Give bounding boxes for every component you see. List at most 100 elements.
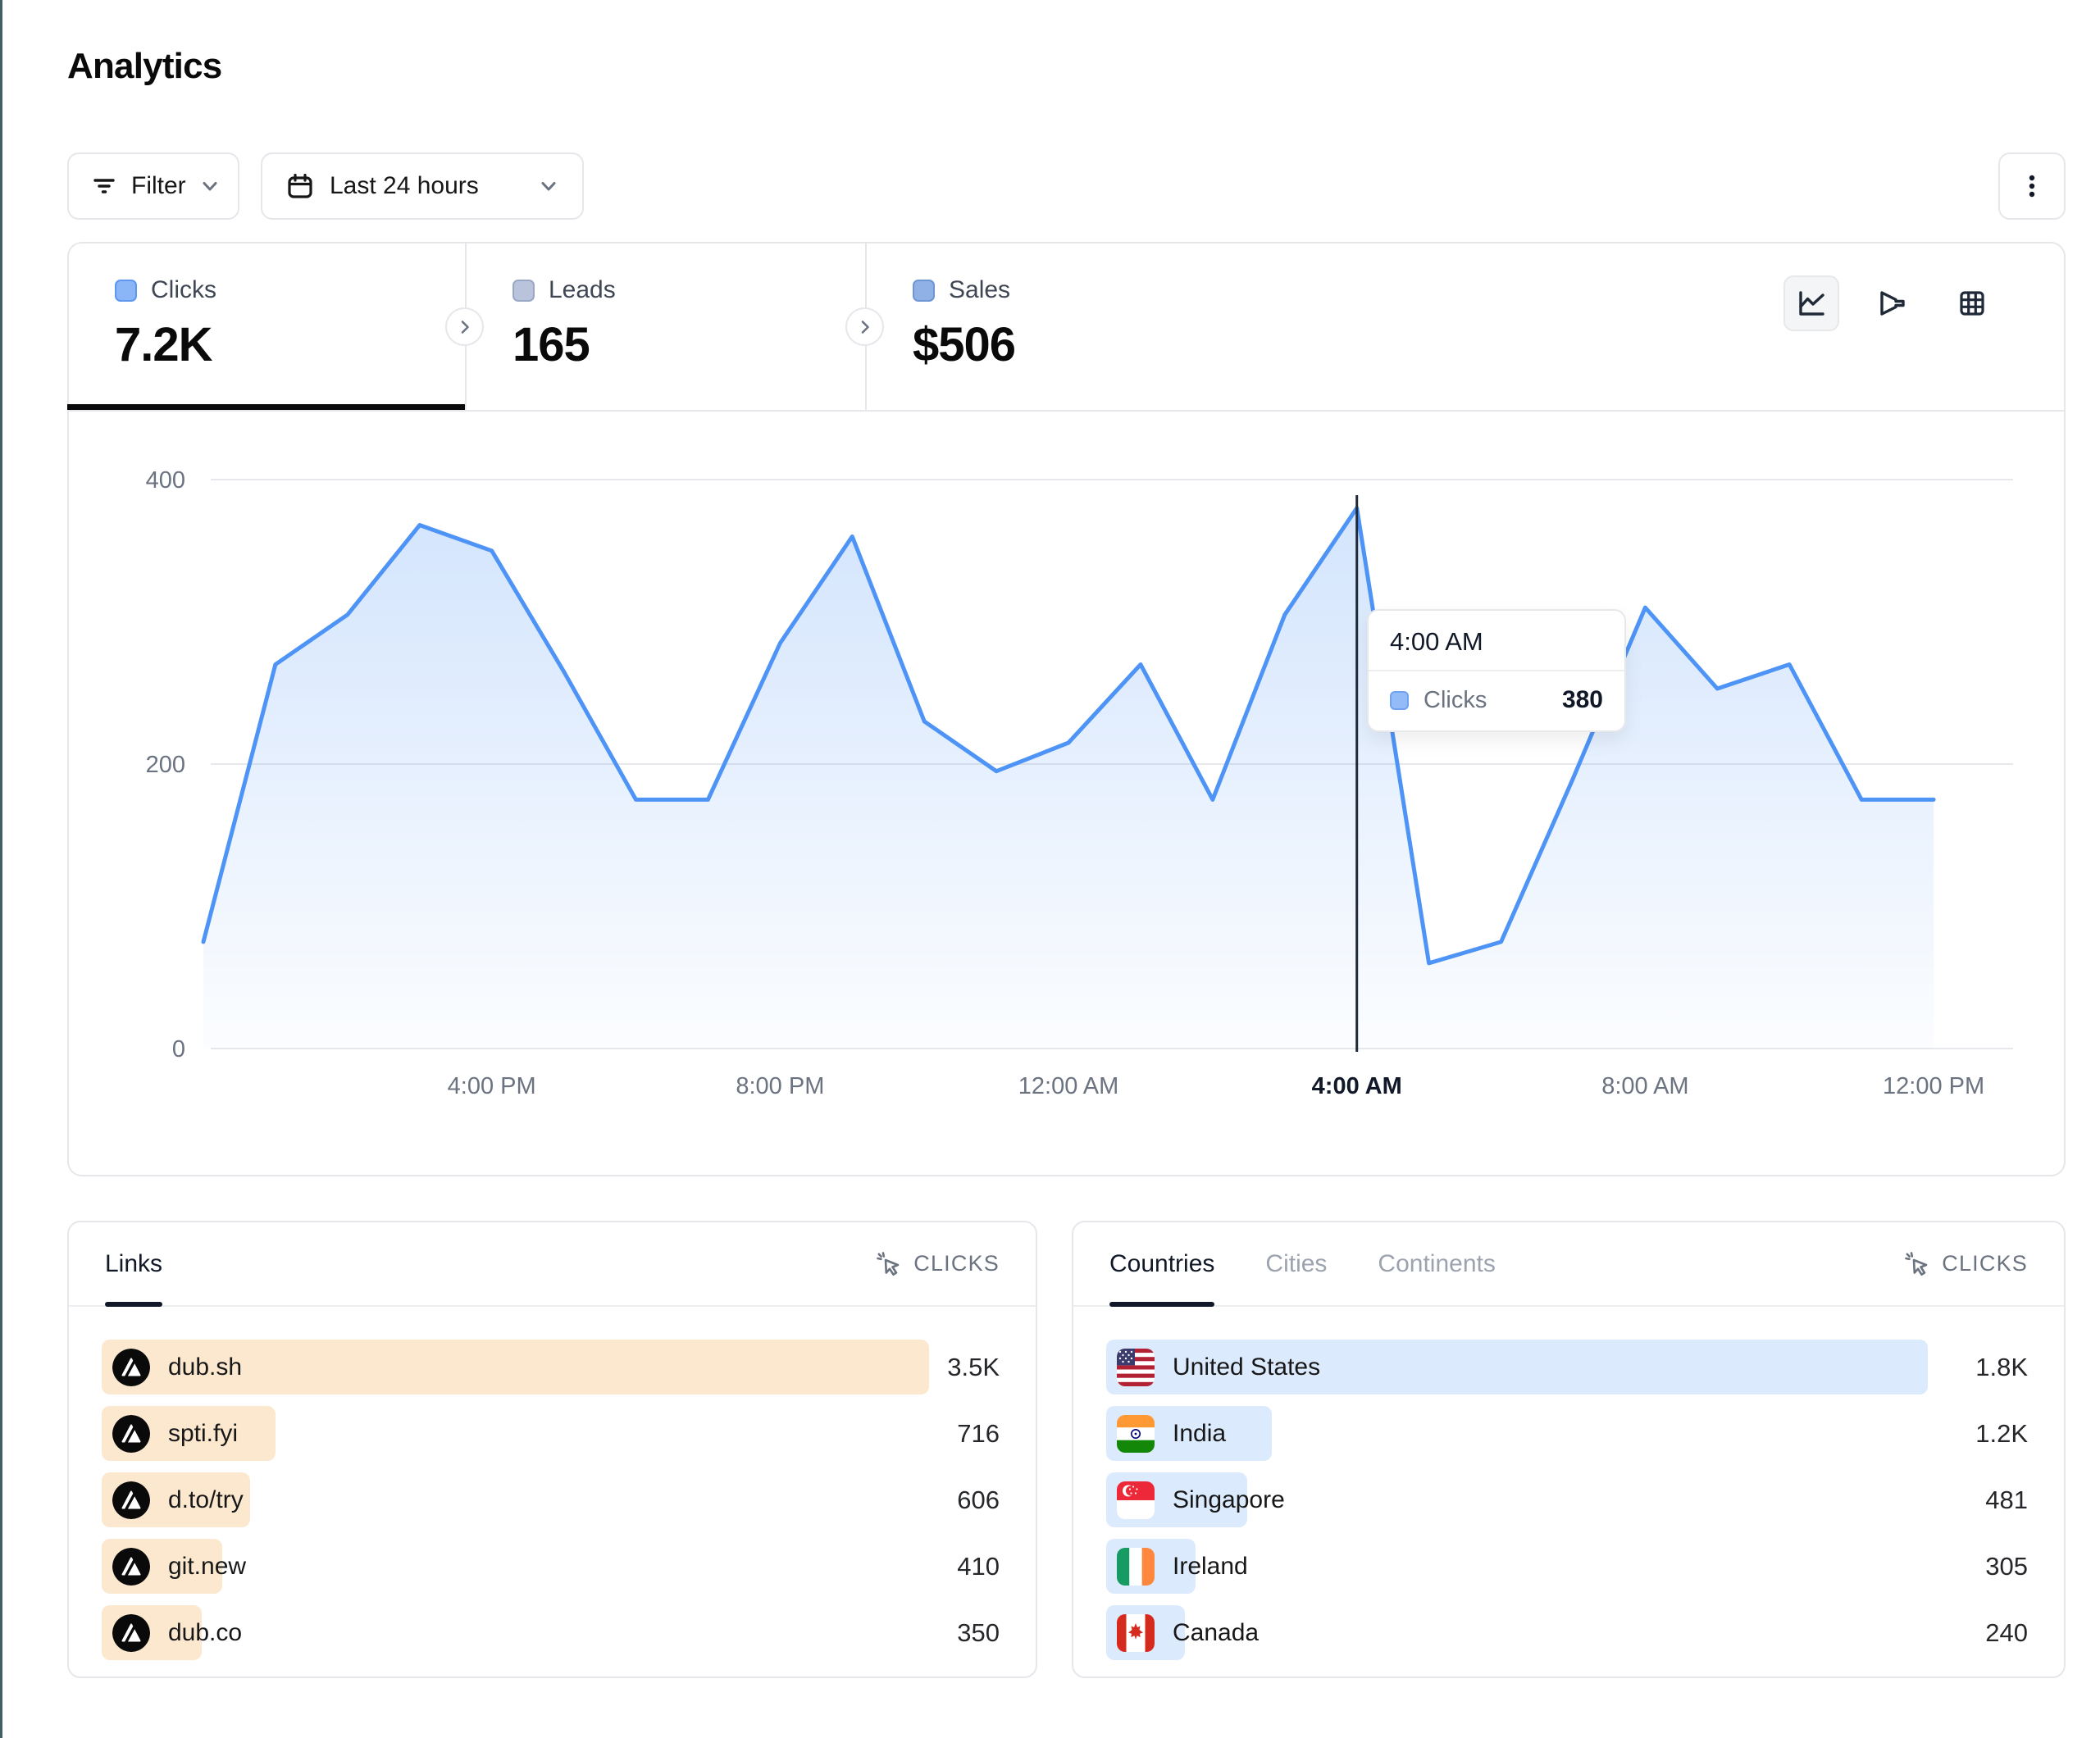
link-row[interactable]: spti.fyi 716: [102, 1406, 1001, 1461]
geo-metric[interactable]: CLICKS: [1903, 1250, 2028, 1278]
tab-clicks[interactable]: Clicks 7.2K: [69, 243, 465, 412]
tab-links[interactable]: Links: [105, 1222, 162, 1305]
row-label: United States: [1173, 1354, 1320, 1381]
row-clicks-value: 606: [957, 1485, 1000, 1515]
row-label: Canada: [1173, 1619, 1259, 1647]
geo-panel: Countries Cities Continents CLICKS United …: [1072, 1221, 2066, 1678]
dub-favicon: [112, 1415, 150, 1453]
date-range-button[interactable]: Last 24 hours: [261, 152, 584, 220]
links-metric[interactable]: CLICKS: [875, 1250, 1000, 1278]
tooltip-series-label: Clicks: [1424, 687, 1487, 714]
row-clicks-value: 1.2K: [1975, 1419, 2028, 1449]
tooltip-row: Clicks 380: [1369, 671, 1624, 730]
tab-leads[interactable]: Leads 165: [467, 243, 865, 412]
clicks-area-chart[interactable]: 02004004:00 PM8:00 PM12:00 AM4:00 AM8:00…: [69, 412, 2064, 1175]
sales-tab-label: Sales: [949, 276, 1010, 304]
tab-continents[interactable]: Continents: [1378, 1222, 1495, 1305]
geo-list: United States1.8K India1.2K Singapore 481 Ir…: [1073, 1307, 2064, 1660]
table-view-button[interactable]: [1944, 275, 2000, 331]
chart-tooltip: 4:00 AM Clicks 380: [1367, 609, 1626, 732]
geo-panel-tabs: Countries Cities Continents: [1109, 1222, 1496, 1305]
sales-legend-square: [913, 280, 935, 302]
tab-sales[interactable]: Sales $506: [867, 243, 1326, 412]
link-row[interactable]: git.new 410: [102, 1539, 1001, 1594]
row-clicks-value: 410: [957, 1552, 1000, 1581]
page-edge-accent: [0, 0, 2, 1738]
dub-favicon: [112, 1481, 150, 1519]
x-axis-tick: 12:00 PM: [1883, 1073, 1984, 1099]
clicks-legend-square: [1390, 691, 1409, 710]
link-row[interactable]: dub.sh 3.5K: [102, 1340, 1001, 1394]
x-axis-tick: 8:00 AM: [1601, 1073, 1688, 1099]
row-clicks-value: 350: [957, 1618, 1000, 1648]
y-axis-tick: 0: [172, 1036, 185, 1062]
country-row[interactable]: Ireland 305: [1106, 1539, 2029, 1594]
table-icon: [1955, 286, 1989, 321]
date-range-label: Last 24 hours: [330, 172, 523, 200]
country-row[interactable]: United States1.8K: [1106, 1340, 2029, 1394]
country-row[interactable]: Canada 240: [1106, 1605, 2029, 1660]
tooltip-time: 4:00 AM: [1369, 611, 1624, 671]
clicks-tab-label: Clicks: [151, 276, 216, 304]
filter-lines-icon: [90, 172, 118, 200]
us-flag-icon: [1117, 1349, 1155, 1386]
tab-countries[interactable]: Countries: [1109, 1222, 1214, 1305]
more-menu-button[interactable]: [1998, 152, 2066, 220]
kebab-menu-icon: [2018, 172, 2046, 200]
filter-button[interactable]: Filter: [67, 152, 239, 220]
line-chart-view-button[interactable]: [1783, 275, 1839, 331]
ie-flag-icon: [1117, 1548, 1155, 1586]
clicks-tab-value: 7.2K: [115, 317, 465, 372]
tab-cities[interactable]: Cities: [1265, 1222, 1327, 1305]
expand-leads-button[interactable]: [445, 307, 484, 346]
expand-sales-button[interactable]: [845, 307, 884, 346]
in-flag-icon: [1117, 1415, 1155, 1453]
links-panel-header: Links CLICKS: [69, 1222, 1036, 1307]
row-label: git.new: [168, 1553, 246, 1581]
sales-tab-value: $506: [913, 317, 1326, 372]
page-title: Analytics: [67, 46, 221, 87]
analytics-page: Analytics Filter Last 24 hours Cl: [0, 0, 2100, 1738]
row-clicks-value: 716: [957, 1419, 1000, 1449]
x-axis-tick: 12:00 AM: [1018, 1073, 1119, 1099]
sg-flag-icon: [1117, 1481, 1155, 1519]
chart-view-switcher: [1783, 275, 2000, 331]
x-axis-tick: 4:00 PM: [448, 1073, 536, 1099]
stats-row: Clicks 7.2K Leads 165 Sales $506: [69, 243, 2064, 412]
calendar-icon: [285, 171, 315, 201]
clicks-legend-square: [115, 280, 137, 302]
analytics-card: Clicks 7.2K Leads 165 Sales $506: [67, 242, 2066, 1176]
y-axis-tick: 400: [146, 467, 185, 494]
tooltip-value: 380: [1562, 686, 1603, 714]
leads-tab-label: Leads: [549, 276, 616, 304]
funnel-chart-icon: [1875, 286, 1909, 321]
links-panel-tabs: Links: [105, 1222, 162, 1305]
row-clicks-value: 3.5K: [947, 1353, 1000, 1382]
link-row[interactable]: dub.co 350: [102, 1605, 1001, 1660]
country-row[interactable]: India1.2K: [1106, 1406, 2029, 1461]
row-clicks-value: 305: [1985, 1552, 2028, 1581]
dub-favicon: [112, 1614, 150, 1652]
geo-metric-label: CLICKS: [1942, 1251, 2028, 1276]
country-row[interactable]: Singapore 481: [1106, 1472, 2029, 1527]
row-label: spti.fyi: [168, 1420, 238, 1448]
geo-panel-header: Countries Cities Continents CLICKS: [1073, 1222, 2064, 1307]
row-clicks-value: 481: [1985, 1485, 2028, 1515]
line-chart-icon: [1794, 286, 1829, 321]
filter-button-label: Filter: [131, 172, 186, 200]
dub-favicon: [112, 1349, 150, 1386]
selected-tab-underline: [67, 404, 465, 410]
cursor-click-icon: [875, 1250, 903, 1278]
cursor-click-icon: [1903, 1250, 1931, 1278]
row-label: dub.sh: [168, 1354, 242, 1381]
chevron-down-icon: [199, 175, 221, 197]
row-clicks-value: 240: [1985, 1618, 2028, 1648]
row-label: Ireland: [1173, 1553, 1248, 1581]
link-row[interactable]: d.to/try 606: [102, 1472, 1001, 1527]
row-label: dub.co: [168, 1619, 242, 1647]
y-axis-tick: 200: [146, 752, 185, 778]
row-label: d.to/try: [168, 1486, 244, 1514]
funnel-chart-view-button[interactable]: [1864, 275, 1920, 331]
x-axis-tick: 4:00 AM: [1312, 1073, 1402, 1099]
row-label: Singapore: [1173, 1486, 1285, 1514]
